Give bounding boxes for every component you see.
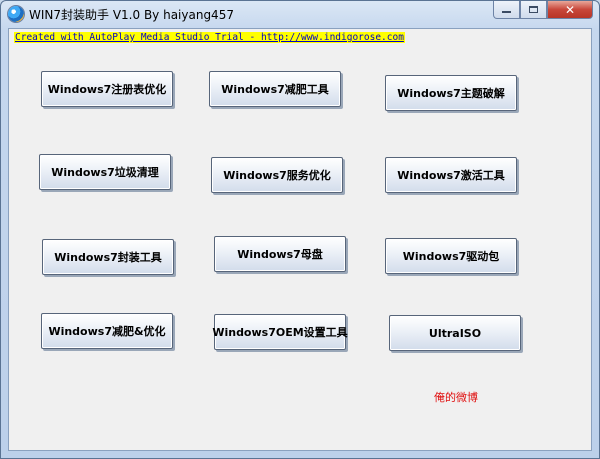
caption-buttons: ✕ [493, 1, 593, 21]
close-button[interactable]: ✕ [547, 1, 593, 19]
minimize-button[interactable] [493, 1, 520, 19]
maximize-icon [529, 6, 538, 13]
service-optimize-button[interactable]: Windows7服务优化 [211, 157, 343, 193]
activation-tool-button[interactable]: Windows7激活工具 [385, 157, 517, 193]
packaging-tool-button[interactable]: Windows7封装工具 [42, 239, 174, 275]
junk-cleanup-button[interactable]: Windows7垃圾清理 [39, 154, 171, 190]
driver-pack-button[interactable]: Windows7驱动包 [385, 238, 517, 274]
trial-link[interactable]: Created with AutoPlay Media Studio Trial… [14, 32, 405, 43]
maximize-button[interactable] [520, 1, 547, 19]
app-globe-icon[interactable] [8, 6, 24, 22]
registry-optimize-button[interactable]: Windows7注册表优化 [41, 71, 173, 107]
oem-settings-button[interactable]: Windows7OEM设置工具 [212, 314, 348, 350]
slimming-tool-button[interactable]: Windows7减肥工具 [209, 71, 341, 107]
master-disk-button[interactable]: Windows7母盘 [214, 236, 346, 272]
slim-and-optimize-button[interactable]: Windows7减肥&优化 [41, 313, 173, 349]
title-bar[interactable]: WIN7封装助手 V1.0 By haiyang457 ✕ [1, 1, 599, 27]
window-title: WIN7封装助手 V1.0 By haiyang457 [29, 8, 234, 22]
ultraiso-button[interactable]: UltraISO [389, 315, 521, 351]
theme-crack-button[interactable]: Windows7主题破解 [385, 75, 517, 111]
main-window: WIN7封装助手 V1.0 By haiyang457 ✕ Created wi… [0, 0, 600, 459]
close-icon: ✕ [564, 2, 576, 17]
weibo-link[interactable]: 俺的微博 [434, 389, 478, 405]
minimize-icon [502, 11, 511, 13]
client-area: Created with AutoPlay Media Studio Trial… [8, 28, 592, 451]
